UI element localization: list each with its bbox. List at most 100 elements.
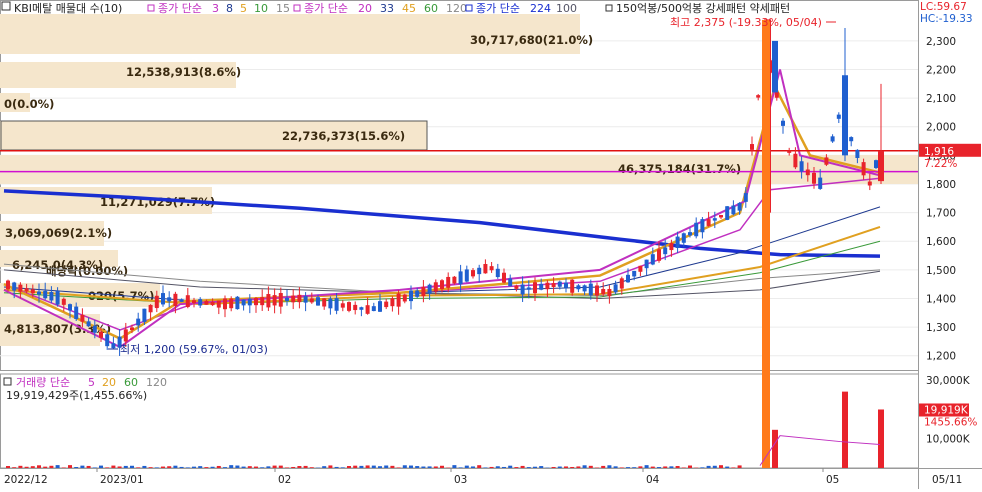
volume-bar — [434, 466, 438, 468]
candle-body — [285, 298, 289, 301]
candle-body — [645, 260, 649, 269]
candle-body — [18, 285, 22, 292]
volume-bar — [155, 467, 159, 468]
candle-body — [446, 277, 450, 288]
stock-chart[interactable]: 30,717,680(21.0%)12,538,913(8.6%)0(0.0%)… — [0, 0, 982, 489]
legend-stock-name: KBI메탈 매물대 수(10) — [14, 2, 122, 15]
volume-bar — [421, 467, 425, 468]
candle-body — [347, 302, 351, 311]
price-axis-label: 2,200 — [926, 65, 956, 77]
volume-bar — [645, 465, 649, 468]
candle-body — [483, 264, 487, 273]
legend-ma1-period: 5 — [240, 2, 247, 15]
candle-body — [25, 288, 29, 291]
volume-bar — [527, 467, 531, 468]
volume-legend-checkbox[interactable] — [4, 378, 11, 385]
legend-ma1-label: 종가 단순 — [158, 2, 202, 15]
candle-body — [124, 329, 128, 341]
volume-bar — [322, 466, 326, 468]
volume-bar — [99, 466, 103, 468]
candle-body — [626, 275, 630, 282]
volume-bar — [180, 467, 184, 468]
volume-axis-label: 10,000K — [926, 434, 971, 446]
candle-body — [756, 95, 760, 97]
volume-bar — [378, 466, 382, 468]
candle-body — [31, 289, 35, 293]
legend-ma3-period: 100 — [556, 2, 577, 15]
volume-legend-period: 20 — [102, 376, 116, 389]
volume-bar — [440, 466, 444, 468]
volume-profile-label: 0(0.0%) — [4, 97, 54, 111]
candle-body — [328, 299, 332, 309]
volume-bar — [49, 466, 53, 468]
volume-bar — [772, 430, 778, 468]
candle-body — [862, 162, 866, 175]
volume-profile-label: 46,375,184(31.7%) — [618, 162, 741, 176]
volume-bar — [68, 465, 72, 468]
candle-body — [242, 300, 246, 306]
legend-checkbox[interactable] — [2, 2, 10, 10]
candle-body — [688, 232, 692, 235]
candle-body — [620, 278, 624, 288]
candle-body — [161, 293, 165, 304]
candle-body — [167, 297, 171, 301]
candle-body — [428, 285, 432, 294]
candle-body — [874, 160, 878, 168]
volume-bar — [409, 466, 413, 468]
volume-bar — [62, 467, 66, 468]
legend-ma2-label: 종가 단순 — [304, 2, 348, 15]
volume-spike-bar — [762, 20, 770, 468]
candle-body — [601, 289, 605, 294]
candle-body — [558, 282, 562, 287]
candle-body — [589, 284, 593, 296]
volume-bar — [204, 467, 208, 468]
legend-ma2-period: 20 — [358, 2, 372, 15]
candle-body — [564, 283, 568, 288]
candle-body — [440, 280, 444, 289]
candle-body — [105, 334, 109, 346]
candle-body — [409, 291, 413, 302]
candle-body — [576, 285, 580, 289]
volume-bar — [471, 466, 475, 468]
price-axis-label: 2,100 — [926, 93, 956, 105]
price-axis-label: 1,800 — [926, 179, 956, 191]
price-axis-label: 2,000 — [926, 122, 956, 134]
candle-body — [372, 306, 376, 311]
volume-current-label: 19,919,429주(1,455.66%) — [6, 389, 147, 402]
candle-body — [390, 298, 394, 306]
high-annotation: 최고 2,375 (-19.33%, 05/04) — [670, 16, 822, 29]
candle-body — [465, 269, 469, 281]
candle-body — [824, 157, 828, 164]
candle-body — [310, 298, 314, 302]
candle-body — [744, 193, 748, 202]
volume-bar — [347, 466, 351, 468]
volume-bar — [632, 467, 636, 468]
candle-body — [725, 206, 729, 220]
volume-bar — [533, 467, 537, 468]
volume-bar — [521, 466, 525, 468]
candle-body — [552, 283, 556, 287]
volume-bar — [80, 466, 84, 468]
volume-bar — [477, 465, 481, 468]
legend-pattern: 150억봉/500억봉 강세패턴 약세패턴 — [616, 1, 790, 15]
chart-svg[interactable]: 30,717,680(21.0%)12,538,913(8.6%)0(0.0%)… — [0, 0, 982, 489]
candle-body — [521, 285, 525, 295]
candle-body — [198, 299, 202, 305]
volume-bar — [583, 465, 587, 468]
candle-body — [452, 277, 456, 284]
candle-body — [192, 300, 196, 303]
volume-bar — [700, 467, 704, 468]
candle-body — [527, 287, 531, 289]
volume-legend-period: 120 — [146, 376, 167, 389]
candle-body — [186, 295, 190, 307]
volume-bar — [31, 466, 35, 468]
volume-bar — [707, 466, 711, 468]
candle-body — [806, 170, 810, 176]
volume-bar — [223, 467, 227, 468]
volume-bar — [310, 467, 314, 468]
candle-body — [831, 136, 835, 141]
volume-bar — [415, 466, 419, 468]
volume-bar — [341, 467, 345, 468]
candle-body — [359, 307, 363, 310]
candle-body — [793, 154, 797, 168]
